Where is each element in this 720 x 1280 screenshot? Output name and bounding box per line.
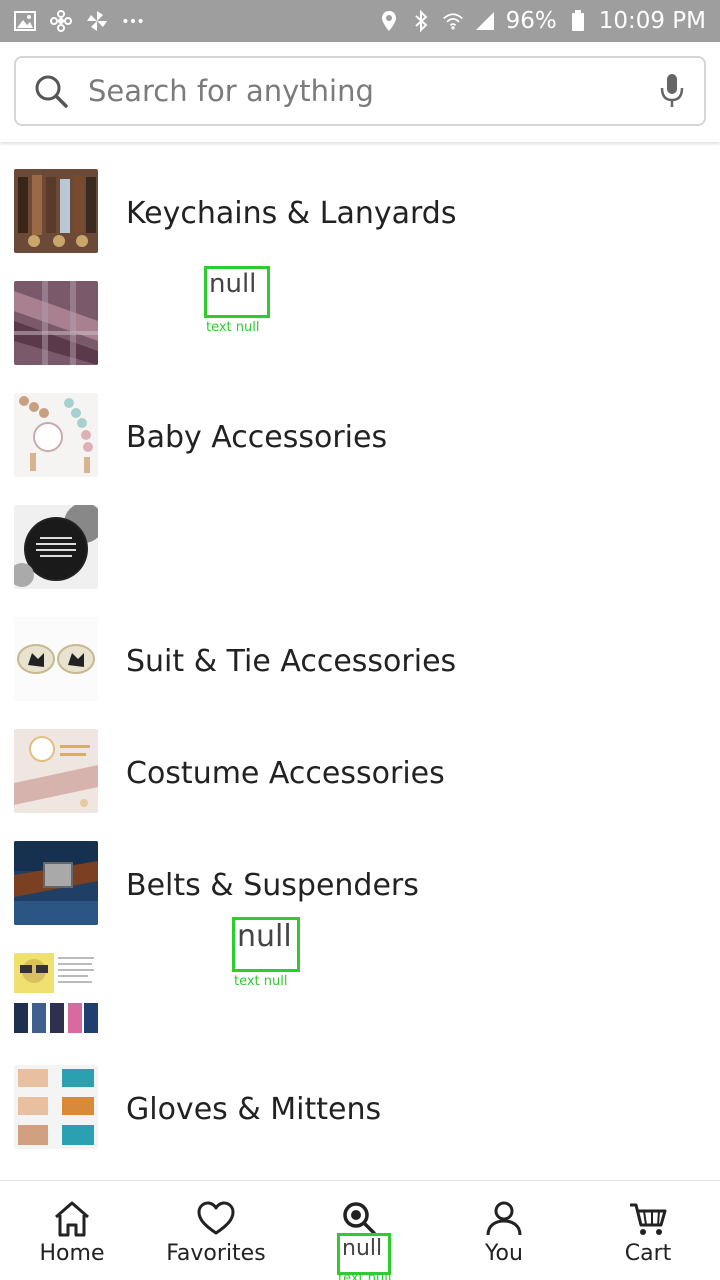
nav-cart[interactable]: Cart — [576, 1181, 720, 1280]
battery-percent: 96% — [505, 8, 557, 34]
category-label: Suit & Tie Accessories — [126, 644, 457, 679]
list-item[interactable]: null text null — [0, 917, 720, 1054]
baby-accessories-thumbnail — [14, 393, 98, 477]
suit-tie-thumbnail — [14, 617, 98, 701]
search-header — [0, 42, 720, 142]
category-label: Belts & Suspenders — [126, 868, 419, 903]
nav-favorites-label: Favorites — [166, 1241, 266, 1266]
search-bar[interactable] — [14, 56, 706, 126]
annotation-tag: text null — [338, 1271, 392, 1280]
list-item[interactable]: Keychains & Lanyards — [0, 158, 720, 270]
battery-icon — [567, 10, 589, 32]
microphone-icon[interactable] — [656, 72, 688, 110]
missing-label: null — [204, 266, 270, 318]
category-list: Keychains & Lanyards null text null Baby… — [0, 158, 720, 1180]
more-icon — [122, 10, 144, 32]
scarves-thumbnail — [14, 281, 98, 365]
nav-search[interactable]: null text null — [288, 1181, 432, 1280]
category-label: null — [237, 919, 292, 954]
category-label: Costume Accessories — [126, 756, 445, 791]
costume-accessories-thumbnail — [14, 729, 98, 813]
list-item[interactable]: Baby Accessories — [0, 382, 720, 494]
list-item[interactable] — [0, 494, 720, 606]
missing-label: null — [232, 917, 300, 972]
cart-icon — [628, 1199, 668, 1239]
pinwheel-icon — [50, 10, 72, 32]
category-label: Baby Accessories — [126, 420, 388, 455]
category-label: Gloves & Mittens — [126, 1092, 382, 1127]
image-icon — [14, 10, 36, 32]
list-item[interactable]: null text null — [0, 266, 720, 382]
pins-thumbnail — [14, 505, 98, 589]
pinwheel-icon — [86, 10, 108, 32]
list-item[interactable]: Gloves & Mittens — [0, 1054, 720, 1166]
category-label: null — [209, 269, 257, 299]
list-item[interactable]: Belts & Suspenders — [0, 830, 720, 942]
belts-thumbnail — [14, 841, 98, 925]
nav-home-label: Home — [39, 1241, 105, 1266]
clock: 10:09 PM — [598, 8, 706, 34]
bluetooth-icon — [410, 10, 432, 32]
list-item[interactable]: Suit & Tie Accessories — [0, 606, 720, 718]
nav-cart-label: Cart — [624, 1241, 672, 1266]
home-icon — [52, 1199, 92, 1239]
search-input[interactable] — [88, 74, 656, 108]
user-icon — [484, 1199, 524, 1239]
nav-you-label: You — [485, 1241, 523, 1266]
annotation-tag: text null — [206, 320, 260, 335]
signal-icon — [474, 10, 496, 32]
nav-you[interactable]: You — [432, 1181, 576, 1280]
wifi-icon — [442, 10, 464, 32]
search-icon — [32, 72, 70, 110]
location-icon — [378, 10, 400, 32]
heart-icon — [196, 1199, 236, 1239]
list-item[interactable]: Costume Accessories — [0, 718, 720, 830]
nav-favorites[interactable]: Favorites — [144, 1181, 288, 1280]
status-bar: 96% 10:09 PM — [0, 0, 720, 42]
missing-label: null — [337, 1233, 391, 1275]
nav-home[interactable]: Home — [0, 1181, 144, 1280]
nav-search-label: null — [342, 1236, 383, 1261]
annotation-tag: text null — [234, 974, 288, 989]
keychains-thumbnail — [14, 169, 98, 253]
category-label: Keychains & Lanyards — [126, 196, 457, 231]
gloves-thumbnail — [14, 1065, 98, 1149]
sunglasses-cases-thumbnail — [14, 953, 98, 1037]
bottom-navigation: Home Favorites null text null You Cart — [0, 1180, 720, 1280]
